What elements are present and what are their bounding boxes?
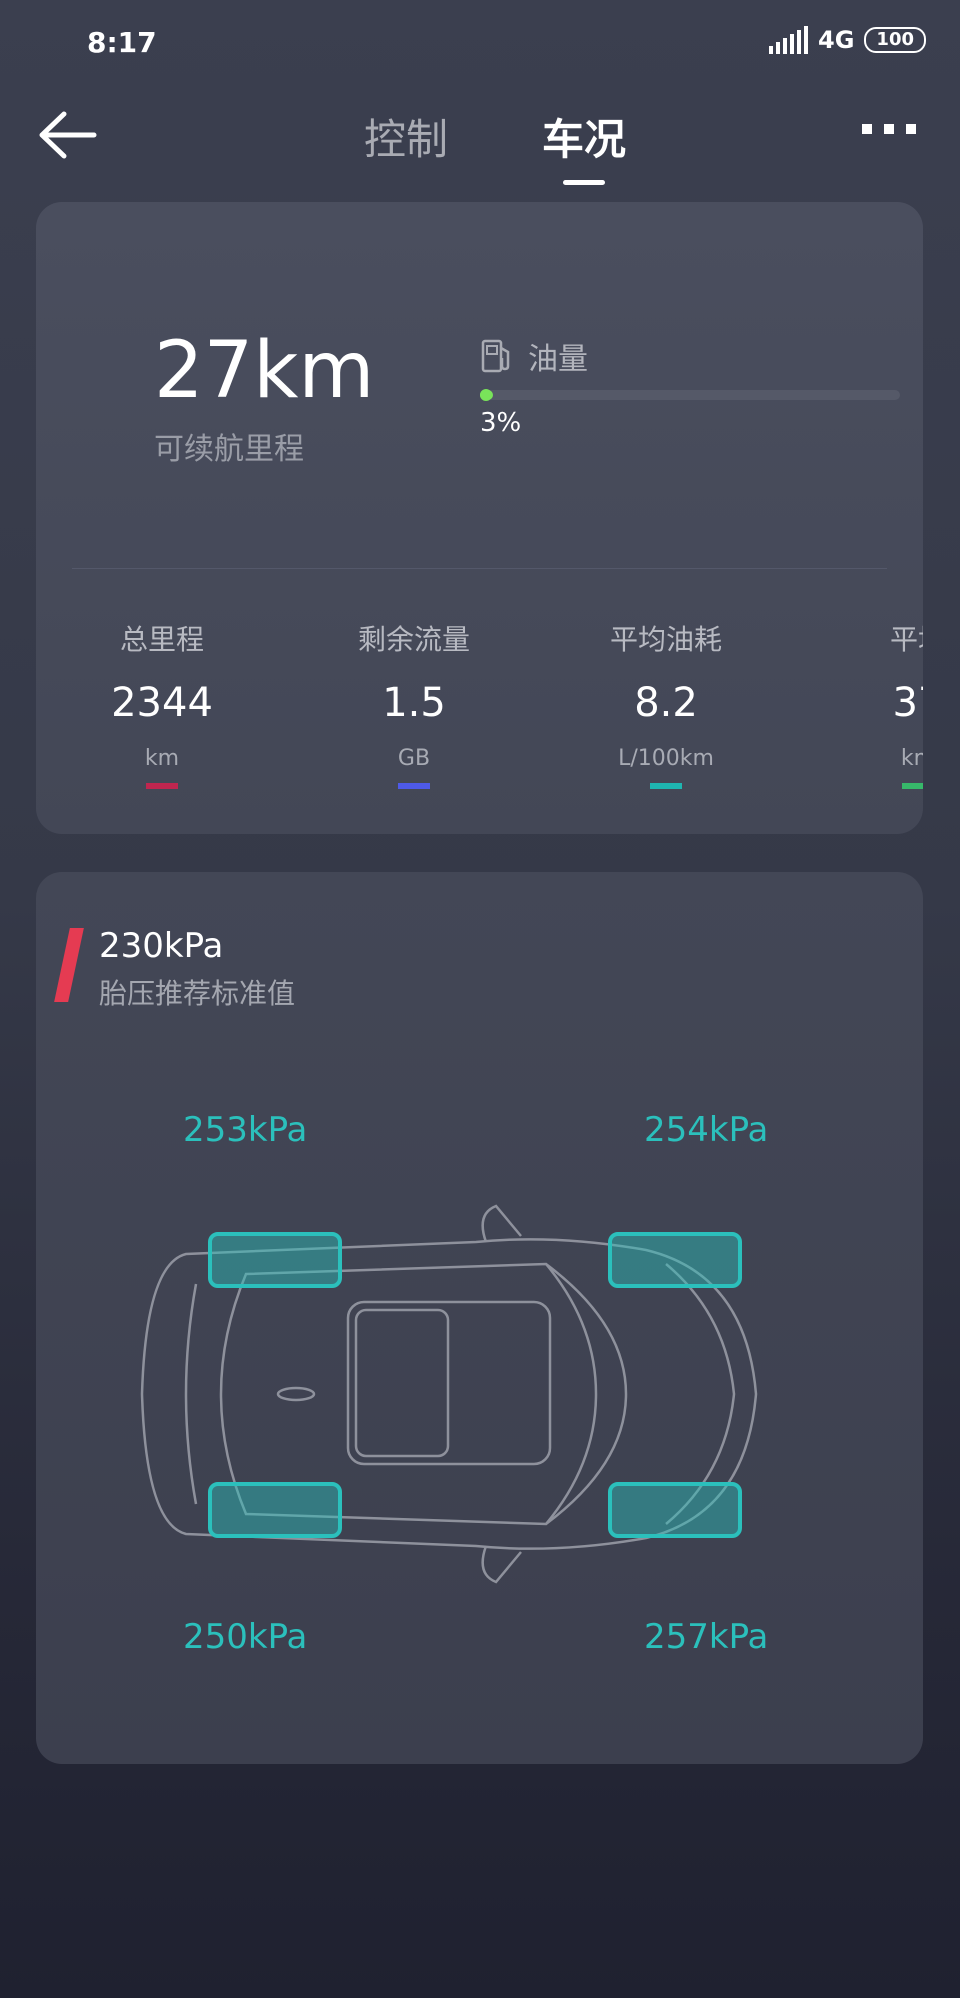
tab-control[interactable]: 控制	[364, 106, 448, 185]
tire-front-left-pressure: 253kPa	[183, 1110, 308, 1150]
status-time: 8:17	[87, 26, 157, 59]
stat-color-bar	[650, 783, 682, 789]
accent-bar	[54, 928, 84, 1002]
stat-unit: km	[144, 746, 180, 771]
stat-unit: L/100km	[618, 746, 714, 771]
stat-value: 8.2	[634, 680, 698, 726]
tire-standard-label: 胎压推荐标准值	[99, 977, 296, 1010]
stat-unit: km	[900, 746, 923, 771]
range-card: 27km 可续航里程 油量 3% 总里程 2344 km 剩余流量 1.5 GB	[36, 202, 923, 834]
stat-color-bar	[398, 783, 430, 789]
status-indicators: 4G 100	[769, 26, 926, 54]
stat-unit: GB	[397, 746, 431, 771]
stat-label: 平均油耗	[609, 623, 722, 656]
stat-color-bar	[902, 783, 923, 789]
tire-front-right-icon	[608, 1232, 742, 1288]
stat-remaining-data: 剩余流量 1.5 GB	[288, 618, 540, 789]
fuel-level: 油量 3%	[480, 334, 900, 438]
tire-front-right-pressure: 254kPa	[644, 1110, 769, 1150]
status-bar: 8:17 4G 100	[0, 0, 960, 84]
stat-avg-fuel: 平均油耗 8.2 L/100km	[540, 618, 792, 789]
stat-value: 1.5	[382, 680, 446, 726]
stat-avg-speed: 平均 37 km	[792, 618, 923, 789]
top-nav: 控制 车况	[0, 84, 960, 194]
fuel-pump-icon	[481, 339, 510, 373]
stats-row[interactable]: 总里程 2344 km 剩余流量 1.5 GB 平均油耗 8.2 L/100km…	[36, 618, 923, 789]
card-divider	[72, 568, 887, 569]
stat-label: 剩余流量	[357, 623, 470, 656]
stat-total-mileage: 总里程 2344 km	[36, 618, 288, 789]
tire-rear-left-icon	[208, 1482, 342, 1538]
battery-indicator: 100	[864, 27, 926, 53]
stat-label: 总里程	[119, 623, 204, 656]
range-value: 27km	[154, 326, 375, 416]
tire-rear-left-pressure: 250kPa	[183, 1617, 308, 1657]
fuel-percent: 3%	[480, 408, 522, 438]
stat-value: 2344	[111, 680, 213, 726]
tab-vehicle-status[interactable]: 车况	[542, 106, 626, 185]
network-type: 4G	[818, 26, 855, 54]
tire-rear-right-icon	[608, 1482, 742, 1538]
car-top-view-diagram	[140, 1204, 758, 1584]
stat-value: 37	[892, 680, 923, 726]
signal-icon	[769, 26, 809, 54]
tab-bar: 控制 车况	[0, 106, 960, 185]
fuel-progress-bar	[480, 389, 900, 401]
more-dots-icon[interactable]	[862, 124, 916, 134]
tire-front-left-icon	[208, 1232, 342, 1288]
tire-pressure-card: 230kPa 胎压推荐标准值 253kPa 254kPa 250kPa 257k…	[36, 872, 923, 1764]
fuel-progress-marker	[480, 389, 492, 401]
range-label: 可续航里程	[154, 432, 304, 467]
stat-label: 平均	[889, 623, 923, 656]
fuel-label: 油量	[528, 342, 588, 377]
tire-standard-value: 230kPa	[99, 926, 224, 966]
tire-rear-right-pressure: 257kPa	[644, 1617, 769, 1657]
stat-color-bar	[146, 783, 178, 789]
